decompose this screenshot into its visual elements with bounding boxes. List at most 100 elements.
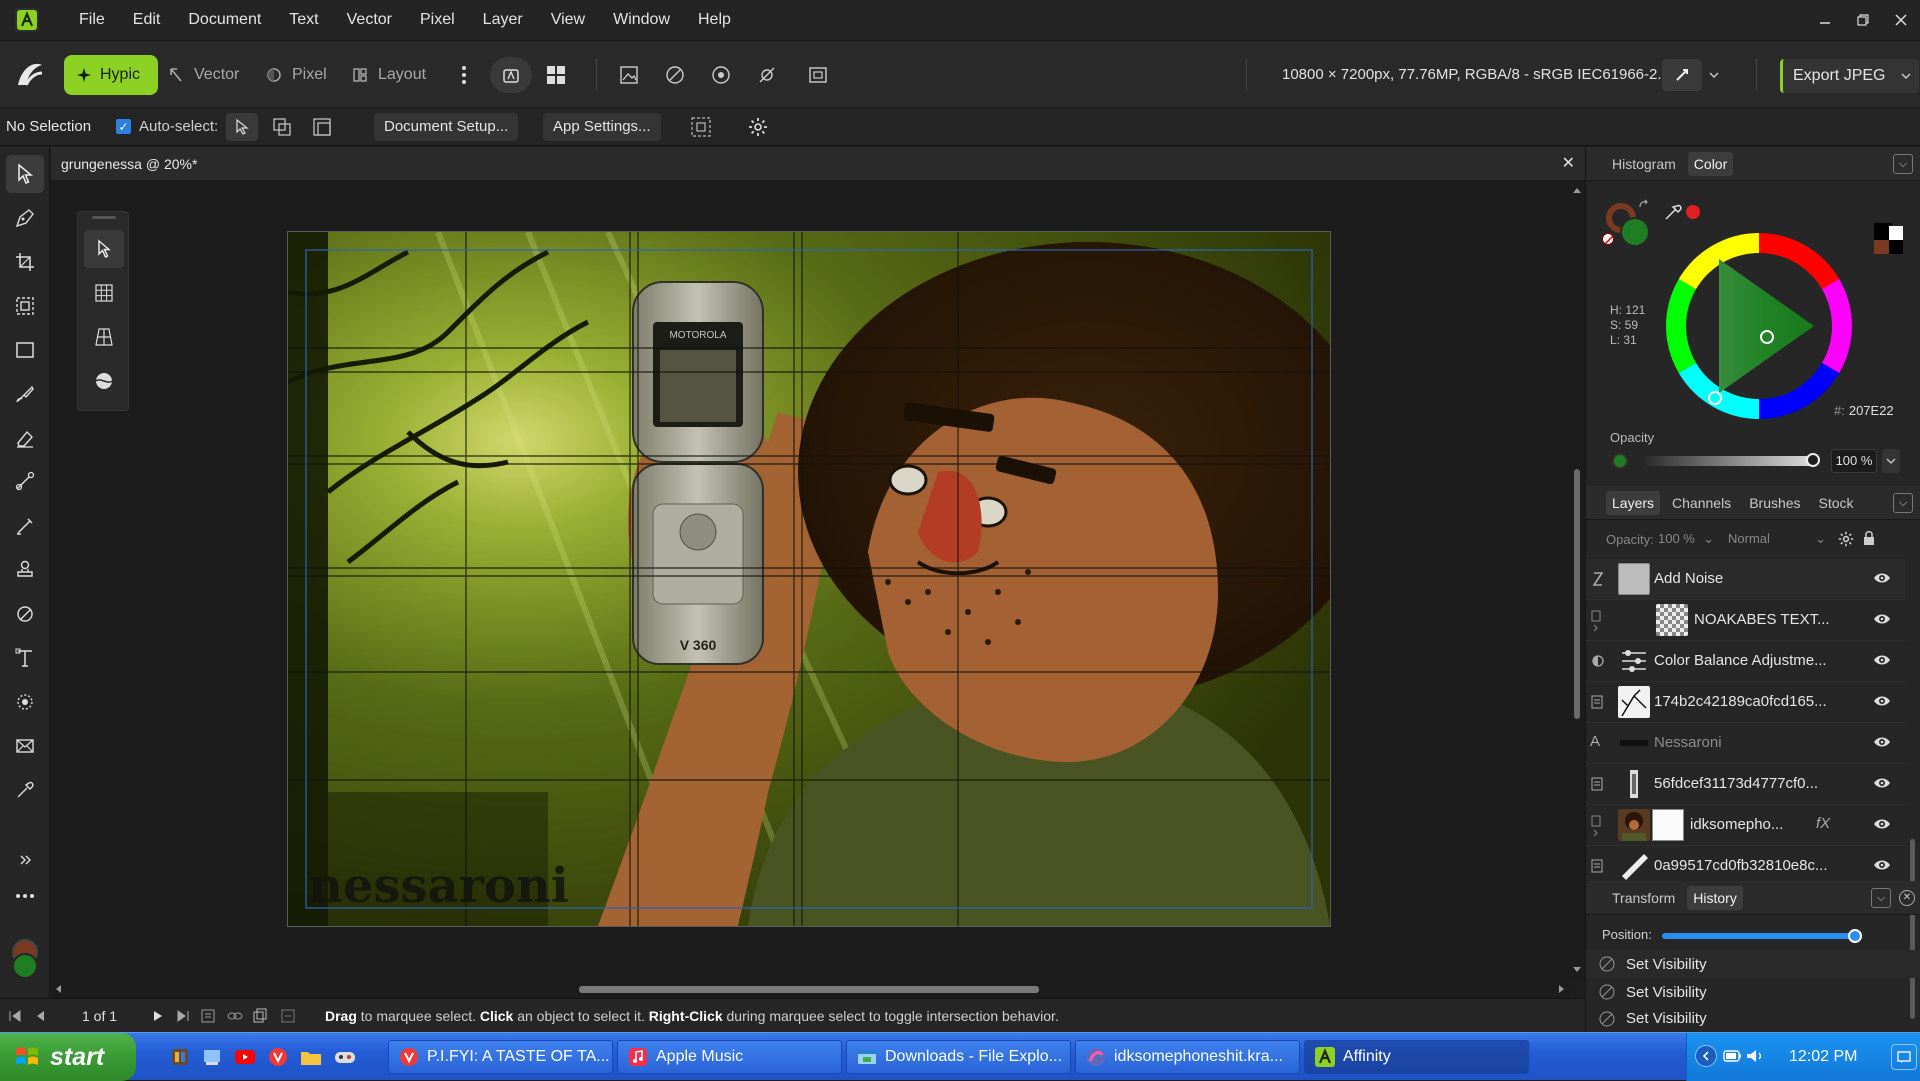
taskbar-item-krita[interactable]: idksomephoneshit.kra...	[1075, 1040, 1300, 1074]
horizontal-scrollbar[interactable]	[51, 980, 1569, 998]
vertical-scrollbar[interactable]	[1569, 181, 1585, 980]
eye-icon[interactable]	[1873, 858, 1891, 872]
lock-icon[interactable]	[1862, 530, 1876, 546]
crop-tool-icon[interactable]	[6, 243, 44, 281]
play-icon[interactable]	[152, 1009, 164, 1023]
layer-row[interactable]: Color Balance Adjustme...	[1586, 641, 1905, 682]
persona-pixel[interactable]: Pixel	[266, 55, 327, 95]
app-icon[interactable]	[170, 1047, 190, 1067]
link-pages-icon[interactable]	[226, 1008, 244, 1024]
black-white-swatches[interactable]	[1872, 221, 1912, 259]
tab-transform[interactable]: Transform	[1606, 886, 1681, 910]
transform-icon[interactable]	[800, 57, 836, 93]
color-wheel[interactable]	[1664, 231, 1854, 421]
layer-mask-thumbnail[interactable]	[1652, 809, 1684, 841]
layer-row[interactable]: NOAKABES TEXT...	[1586, 600, 1905, 641]
selection-tool-icon[interactable]	[6, 287, 44, 325]
brush-tool-icon[interactable]	[6, 375, 44, 413]
fx-icon[interactable]: fX	[1816, 815, 1830, 832]
perspective-tool-icon[interactable]	[84, 318, 124, 356]
swap-colors-icon[interactable]	[1638, 199, 1650, 211]
contain-mode-icon[interactable]	[306, 113, 338, 141]
document-setup-button[interactable]: Document Setup...	[374, 113, 519, 141]
file-manager-icon[interactable]	[202, 1047, 222, 1067]
snapping-grid-icon[interactable]	[690, 116, 712, 138]
eye-icon[interactable]	[1873, 817, 1891, 831]
delete-page-icon[interactable]	[280, 1008, 296, 1024]
eye-icon[interactable]	[1873, 735, 1891, 749]
layer-row[interactable]: 56fdcef31173d4777cf0...	[1586, 764, 1905, 805]
recent-color-swatch[interactable]	[1874, 240, 1890, 254]
hex-color-field[interactable]: #: 207E22	[1834, 403, 1894, 418]
spread-icon[interactable]	[200, 1008, 216, 1024]
pointer-tool-icon[interactable]	[84, 230, 124, 268]
ellipsis-icon[interactable]	[6, 877, 44, 915]
menu-document[interactable]: Document	[174, 0, 275, 40]
clock[interactable]: 12:02 PM	[1789, 1033, 1857, 1081]
tab-color[interactable]: Color	[1687, 151, 1734, 176]
panel-collapse-icon[interactable]: ⌵	[1871, 888, 1891, 908]
layer-row[interactable]: A Nessaroni	[1586, 723, 1905, 764]
no-color-icon[interactable]	[1602, 233, 1614, 245]
layers-scrollbar[interactable]	[1906, 559, 1920, 1019]
tab-layers[interactable]: Layers	[1606, 490, 1661, 515]
battery-icon[interactable]	[1723, 1047, 1743, 1065]
color-opacity-input[interactable]: 100 %	[1831, 449, 1877, 473]
restore-icon[interactable]	[1844, 0, 1882, 40]
snapping-icon[interactable]	[1662, 59, 1702, 91]
folder-icon[interactable]	[300, 1047, 322, 1067]
menu-file[interactable]: File	[65, 0, 119, 40]
menu-text[interactable]: Text	[275, 0, 332, 40]
expand-layer-icon[interactable]	[1590, 815, 1606, 837]
auto-select-toggle[interactable]: ✓ Auto-select:	[116, 118, 218, 135]
affinity-app-icon[interactable]	[15, 8, 39, 32]
close-panel-icon[interactable]: ✕	[1899, 890, 1915, 906]
duplicate-page-icon[interactable]	[252, 1008, 268, 1024]
grid-tool-icon[interactable]	[84, 274, 124, 312]
eye-icon[interactable]	[1873, 776, 1891, 790]
fill-color-swatch[interactable]	[1620, 217, 1650, 247]
primary-color-swatch[interactable]	[12, 953, 38, 979]
adjustment-icon[interactable]	[657, 57, 693, 93]
persona-vector[interactable]: Vector	[168, 55, 239, 95]
taskbar-item-affinity[interactable]: Affinity	[1304, 1040, 1529, 1074]
rectangle-tool-icon[interactable]	[6, 331, 44, 369]
tab-histogram[interactable]: Histogram	[1606, 152, 1682, 176]
notification-icon[interactable]	[1891, 1044, 1917, 1070]
color-picker-icon[interactable]	[6, 771, 44, 809]
view-mode-icon[interactable]	[490, 57, 532, 93]
more-options-icon[interactable]	[446, 57, 482, 93]
blend-mode-select[interactable]: Normal ⌄	[1722, 528, 1832, 550]
mask-icon[interactable]	[749, 57, 785, 93]
intersect-mode-icon[interactable]	[266, 113, 298, 141]
vivaldi-icon[interactable]	[268, 1047, 288, 1067]
close-document-icon[interactable]: ✕	[1562, 147, 1575, 181]
paint-tool-icon[interactable]	[6, 463, 44, 501]
white-swatch[interactable]	[1889, 226, 1903, 240]
menu-layer[interactable]: Layer	[469, 0, 537, 40]
expand-layer-icon[interactable]	[1590, 610, 1606, 632]
checkbox-checked-icon[interactable]: ✓	[116, 119, 131, 134]
volume-icon[interactable]	[1745, 1047, 1765, 1065]
taskbar-item-file-explorer[interactable]: Downloads - File Explo...	[846, 1040, 1071, 1074]
drag-handle[interactable]	[92, 216, 116, 219]
opacity-slider[interactable]	[1644, 453, 1820, 467]
mail-icon[interactable]	[6, 727, 44, 765]
recent-color-swatch[interactable]	[1889, 240, 1903, 254]
layer-opacity-input[interactable]: 100 % ⌄	[1658, 528, 1714, 550]
eye-icon[interactable]	[1873, 571, 1891, 585]
text-tool-icon[interactable]	[6, 639, 44, 677]
gear-icon[interactable]	[748, 117, 768, 137]
clone-tool-icon[interactable]	[6, 551, 44, 589]
first-page-icon[interactable]	[8, 1009, 22, 1023]
history-item[interactable]: Set Visibility	[1586, 978, 1920, 1006]
grid-view-icon[interactable]	[538, 57, 574, 93]
tab-stock[interactable]: Stock	[1813, 491, 1860, 515]
menu-edit[interactable]: Edit	[119, 0, 175, 40]
document-tab[interactable]: grungenessa @ 20%* ✕	[51, 147, 1585, 181]
live-filter-icon[interactable]	[703, 57, 739, 93]
history-position-handle[interactable]	[1848, 929, 1862, 943]
last-page-icon[interactable]	[176, 1009, 190, 1023]
tab-history[interactable]: History	[1687, 885, 1743, 910]
tab-brushes[interactable]: Brushes	[1743, 491, 1806, 515]
